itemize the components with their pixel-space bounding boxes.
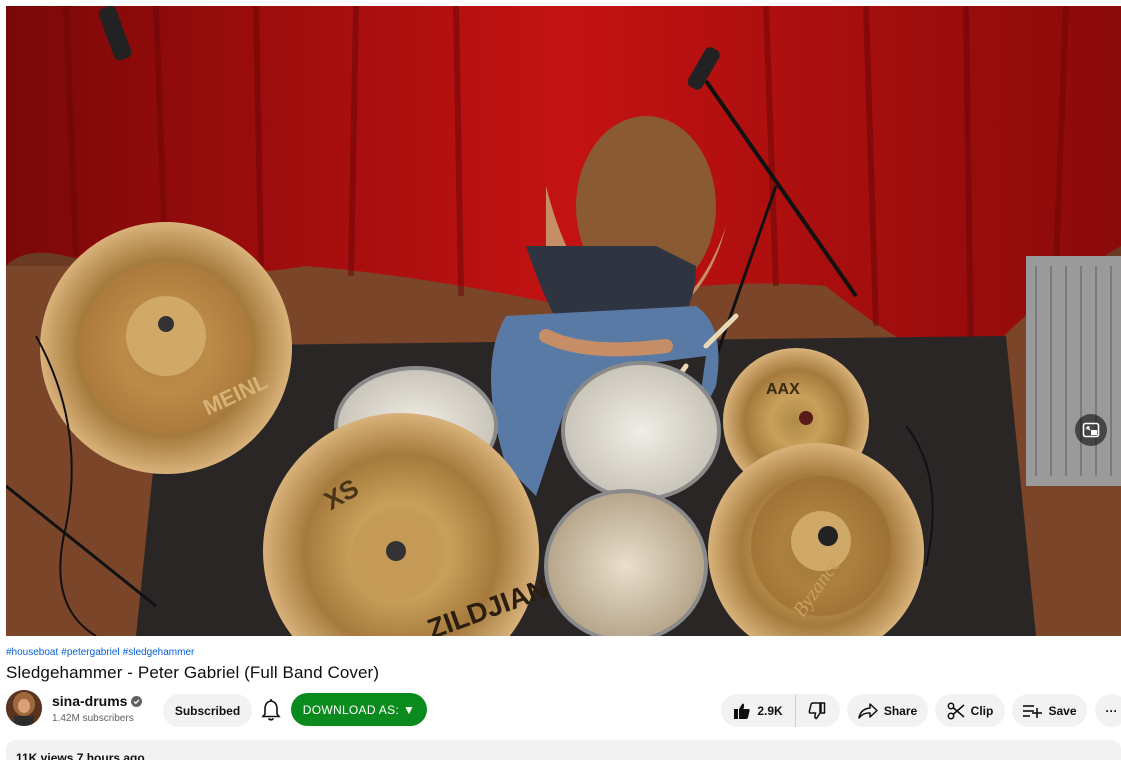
playlist-add-icon bbox=[1023, 704, 1043, 718]
hashtag-link[interactable]: #sledgehammer bbox=[123, 647, 195, 658]
channel-name[interactable]: sina-drums bbox=[52, 693, 143, 709]
view-count-date: 11K views 7 hours ago bbox=[16, 751, 145, 760]
download-as-button[interactable]: DOWNLOAD AS: ▼ bbox=[291, 693, 427, 726]
hashtag-link[interactable]: #petergabriel bbox=[61, 647, 119, 658]
clip-label: Clip bbox=[970, 703, 994, 718]
share-arrow-icon bbox=[858, 702, 878, 719]
owner-actions-row: sina-drums 1.42M subscribers Subscribed … bbox=[6, 690, 1121, 730]
share-label: Share bbox=[883, 703, 918, 718]
thumbs-down-icon bbox=[808, 701, 825, 719]
like-button[interactable]: 2.9K bbox=[723, 694, 796, 727]
clip-button[interactable]: Clip bbox=[935, 694, 1005, 727]
more-icon: ··· bbox=[1105, 703, 1118, 718]
subscribed-label: Subscribed bbox=[174, 703, 241, 718]
cymbal-logo-aax: AAX bbox=[766, 381, 800, 398]
hashtag-list: #houseboat #petergabriel #sledgehammer bbox=[6, 647, 197, 658]
description-box[interactable]: 11K views 7 hours ago bbox=[6, 740, 1121, 760]
video-title: Sledgehammer - Peter Gabriel (Full Band … bbox=[6, 663, 380, 682]
subscribed-button[interactable]: Subscribed bbox=[163, 694, 252, 727]
video-player[interactable]: MEINL AAX XS ZILDJIAN Byzance bbox=[6, 6, 1121, 636]
subscriber-count: 1.42M subscribers bbox=[52, 713, 134, 724]
share-button[interactable]: Share bbox=[847, 694, 928, 727]
verified-badge-icon bbox=[131, 695, 143, 707]
save-label: Save bbox=[1048, 703, 1077, 718]
channel-name-text[interactable]: sina-drums bbox=[52, 693, 127, 709]
like-count: 2.9K bbox=[757, 703, 783, 718]
video-frame: MEINL AAX XS ZILDJIAN Byzance bbox=[6, 6, 1121, 636]
scissors-icon bbox=[947, 702, 965, 719]
like-dislike-group: 2.9K bbox=[721, 694, 840, 727]
download-label: DOWNLOAD AS: bbox=[302, 702, 400, 717]
bell-icon[interactable] bbox=[260, 698, 282, 722]
dislike-button[interactable] bbox=[796, 694, 838, 727]
save-button[interactable]: Save bbox=[1012, 694, 1087, 727]
dropdown-arrow-icon: ▼ bbox=[403, 702, 416, 717]
hashtag-link[interactable]: #houseboat bbox=[6, 647, 58, 658]
more-actions-button[interactable]: ··· bbox=[1095, 694, 1121, 727]
channel-avatar[interactable] bbox=[6, 690, 42, 726]
thumbs-up-icon bbox=[734, 703, 750, 719]
miniplayer-icon[interactable] bbox=[1075, 414, 1107, 446]
